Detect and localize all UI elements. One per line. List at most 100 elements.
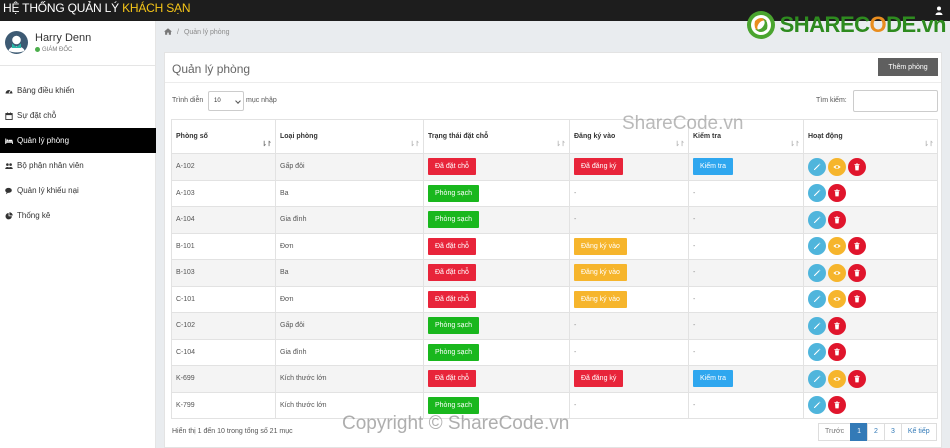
column-header-booking-status[interactable]: Trạng thái đặt chỗ ⇂↾ xyxy=(423,119,570,154)
pie-chart-icon xyxy=(5,211,13,219)
view-icon[interactable] xyxy=(828,157,846,176)
edit-icon[interactable] xyxy=(808,263,826,282)
sidebar-item-dashboard[interactable]: Bảng điều khiển xyxy=(0,78,156,103)
view-icon[interactable] xyxy=(828,290,846,309)
column-header-label: Loại phòng xyxy=(280,133,318,140)
sidebar-item-statistics[interactable]: Thống kê xyxy=(0,203,156,228)
room-type-cell: Đơn xyxy=(275,285,424,313)
delete-icon[interactable] xyxy=(848,369,866,388)
check-out-empty: - xyxy=(693,189,696,197)
sidebar-item-reservations[interactable]: Sự đặt chỗ xyxy=(0,103,156,128)
app-title[interactable]: HỆ THỐNG QUẢN LÝ KHÁCH SẠN xyxy=(3,1,190,15)
edit-icon[interactable] xyxy=(808,157,826,176)
booking-status-badge[interactable]: Đã đặt chỗ xyxy=(428,370,476,388)
column-header-check-in[interactable]: Đăng ký vào ⇂↾ xyxy=(569,119,689,154)
booking-status-cell: Phòng sạch xyxy=(423,179,570,207)
pagination-page-1[interactable]: 1 xyxy=(850,423,869,441)
delete-icon[interactable] xyxy=(828,343,846,362)
delete-icon[interactable] xyxy=(828,184,846,203)
delete-icon[interactable] xyxy=(828,210,846,229)
view-icon[interactable] xyxy=(828,263,846,282)
sort-icon: ⇂↾ xyxy=(409,141,420,148)
sidebar-item-label: Bộ phận nhân viên xyxy=(17,161,84,170)
search-input[interactable] xyxy=(853,90,938,112)
booking-status-badge[interactable]: Phòng sạch xyxy=(428,184,479,202)
delete-icon[interactable] xyxy=(828,316,846,335)
column-header-room-type[interactable]: Loại phòng ⇂↾ xyxy=(275,119,424,154)
pagination-prev[interactable]: Trước xyxy=(818,423,852,441)
check-in-badge[interactable]: Đăng ký vào xyxy=(574,290,627,308)
booking-status-badge[interactable]: Phòng sạch xyxy=(428,396,479,414)
sidebar-item-room-management[interactable]: Quản lý phòng xyxy=(0,128,156,153)
check-out-cell: Kiểm tra xyxy=(688,365,804,393)
edit-icon[interactable] xyxy=(808,369,826,388)
actions-cell xyxy=(803,179,938,207)
check-out-cell: - xyxy=(688,232,804,260)
entries-per-page-value: 10 xyxy=(214,98,221,104)
check-in-badge[interactable]: Đăng ký vào xyxy=(574,237,627,255)
edit-icon[interactable] xyxy=(808,316,826,335)
booking-status-badge[interactable]: Phòng sạch xyxy=(428,317,479,335)
column-header-actions[interactable]: Hoạt động ⇂↾ xyxy=(803,119,938,154)
edit-icon[interactable] xyxy=(808,210,826,229)
check-in-badge[interactable]: Đăng ký vào xyxy=(574,264,627,282)
check-in-badge[interactable]: Đã đăng ký xyxy=(574,158,624,176)
booking-status-badge[interactable]: Đã đặt chỗ xyxy=(428,237,476,255)
delete-icon[interactable] xyxy=(848,237,866,256)
delete-icon[interactable] xyxy=(848,290,866,309)
table-row: A-103 Ba Phòng sạch - - xyxy=(171,179,938,207)
check-in-empty: - xyxy=(574,216,577,224)
edit-icon[interactable] xyxy=(808,237,826,256)
pagination-page-3[interactable]: 3 xyxy=(883,423,902,441)
actions-cell xyxy=(803,285,938,313)
check-out-badge[interactable]: Kiểm tra xyxy=(693,158,734,176)
home-icon[interactable] xyxy=(164,27,172,37)
dashboard-icon xyxy=(5,89,13,93)
edit-icon[interactable] xyxy=(808,184,826,203)
booking-status-cell: Phòng sạch xyxy=(423,206,570,234)
room-type-cell: Kích thước lớn xyxy=(275,391,424,419)
booking-status-badge[interactable]: Phòng sạch xyxy=(428,343,479,361)
booking-status-badge[interactable]: Đã đặt chỗ xyxy=(428,158,476,176)
column-header-label: Kiểm tra xyxy=(693,133,722,140)
actions-cell xyxy=(803,338,938,366)
room-number-cell: A-103 xyxy=(171,179,276,207)
chevron-down-icon xyxy=(235,98,241,104)
table-row: B-103 Ba Đã đặt chỗ Đăng ký vào - xyxy=(171,259,938,287)
sidebar-item-staff[interactable]: Bộ phận nhân viên xyxy=(0,153,156,178)
room-type-cell: Gấp đôi xyxy=(275,153,424,181)
room-number: A-103 xyxy=(176,189,195,197)
edit-icon[interactable] xyxy=(808,290,826,309)
booking-status-badge[interactable]: Phòng sạch xyxy=(428,211,479,229)
booking-status-cell: Đã đặt chỗ xyxy=(423,285,570,313)
calendar-icon xyxy=(5,111,13,120)
check-in-badge[interactable]: Đã đăng ký xyxy=(574,370,624,388)
panel-divider xyxy=(165,82,941,83)
booking-status-cell: Đã đặt chỗ xyxy=(423,365,570,393)
delete-icon[interactable] xyxy=(848,263,866,282)
delete-icon[interactable] xyxy=(828,396,846,415)
booking-status-cell: Đã đặt chỗ xyxy=(423,153,570,181)
sidebar-item-complaints[interactable]: Quản lý khiếu nại xyxy=(0,178,156,203)
actions-cell xyxy=(803,153,938,181)
room-type: Gia đình xyxy=(280,216,307,224)
pagination-next[interactable]: Kế tiếp xyxy=(900,423,937,441)
room-number: B-103 xyxy=(176,269,195,277)
view-icon[interactable] xyxy=(828,369,846,388)
pagination-page-2[interactable]: 2 xyxy=(867,423,885,441)
breadcrumb-separator: / xyxy=(177,28,179,36)
entries-per-page-select[interactable]: 10 xyxy=(208,91,244,111)
column-header-label: Phòng số xyxy=(176,133,208,140)
column-header-check-out[interactable]: Kiểm tra ⇂↾ xyxy=(688,119,804,154)
add-room-button[interactable]: Thêm phòng xyxy=(878,58,938,76)
check-out-badge[interactable]: Kiểm tra xyxy=(693,370,734,388)
edit-icon[interactable] xyxy=(808,343,826,362)
booking-status-badge[interactable]: Đã đặt chỗ xyxy=(428,290,476,308)
booking-status-badge[interactable]: Đã đặt chỗ xyxy=(428,264,476,282)
delete-icon[interactable] xyxy=(848,157,866,176)
view-icon[interactable] xyxy=(828,237,846,256)
check-in-empty: - xyxy=(574,401,577,409)
column-header-room-number[interactable]: Phòng số ⇂↾ xyxy=(171,119,276,154)
room-type: Ba xyxy=(280,189,289,197)
edit-icon[interactable] xyxy=(808,396,826,415)
